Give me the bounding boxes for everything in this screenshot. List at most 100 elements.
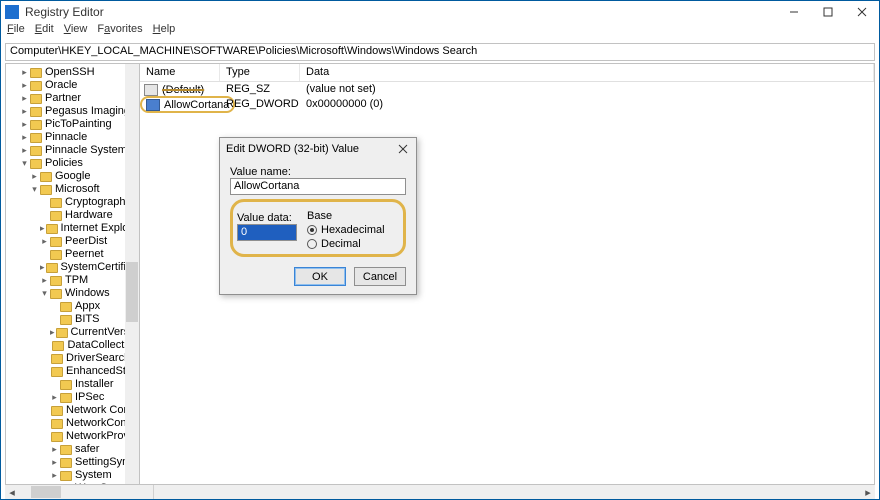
chevron-right-icon[interactable]: ▸ [50,391,59,404]
menu-favorites[interactable]: Favorites [97,23,142,41]
tree-label: Pinnacle [45,131,87,144]
folder-icon [60,302,72,312]
folder-icon [30,81,42,91]
tree-item[interactable]: ▸System [6,469,139,482]
tree-item[interactable]: BITS [6,313,139,326]
chevron-right-icon[interactable]: ▸ [20,105,29,118]
folder-icon [30,133,42,143]
chevron-right-icon[interactable]: ▸ [20,79,29,92]
chevron-right-icon[interactable]: ▸ [20,118,29,131]
tree-item[interactable]: ▸SettingSync [6,456,139,469]
address-bar[interactable]: Computer\HKEY_LOCAL_MACHINE\SOFTWARE\Pol… [5,43,875,61]
menu-help[interactable]: Help [153,23,176,41]
valuename-input[interactable]: AllowCortana [230,178,406,195]
chevron-right-icon[interactable]: ▸ [20,66,29,79]
tree-item[interactable]: DataCollection [6,339,139,352]
tree-item[interactable]: ▸Google [6,170,139,183]
tree-label: PicToPainting [45,118,112,131]
tree-item[interactable]: Installer [6,378,139,391]
tree-pane[interactable]: ▸OpenSSH▸Oracle▸Partner▸Pegasus Imaging▸… [5,63,140,485]
tree-label: Peernet [65,248,104,261]
tree-item[interactable]: Cryptography [6,196,139,209]
chevron-right-icon[interactable]: ▸ [40,261,45,274]
list-header[interactable]: Name Type Data [140,64,874,82]
tree-item[interactable]: ▸safer [6,443,139,456]
folder-icon [51,419,63,429]
col-type[interactable]: Type [220,64,300,81]
folder-icon [30,146,42,156]
chevron-down-icon[interactable]: ▾ [30,183,39,196]
folder-icon [30,120,42,130]
tree-item[interactable]: ▸Pinnacle Systems [6,144,139,157]
chevron-right-icon[interactable]: ▸ [50,326,55,339]
tree-item[interactable]: NetworkConnec [6,417,139,430]
tree-item[interactable]: Appx [6,300,139,313]
cancel-button[interactable]: Cancel [354,267,406,286]
tree-item[interactable]: ▸ Pinnacle [6,131,139,144]
horizontal-scrollbar[interactable]: ◂ ▸ [5,485,875,499]
dialog-close-button[interactable] [396,142,410,156]
value-row[interactable]: AllowCortanaREG_DWORD0x00000000 (0) [140,97,874,112]
maximize-button[interactable] [811,1,845,23]
chevron-right-icon[interactable]: ▸ [50,469,59,482]
tree-item[interactable]: ▸Pegasus Imaging [6,105,139,118]
tree-label: OpenSSH [45,66,95,79]
chevron-right-icon[interactable]: ▸ [50,456,59,469]
tree-item[interactable]: DriverSearching [6,352,139,365]
scroll-right-icon[interactable]: ▸ [861,485,875,499]
tree-item[interactable]: NetworkProvide [6,430,139,443]
chevron-right-icon[interactable]: ▸ [20,131,29,144]
ok-button[interactable]: OK [294,267,346,286]
tree-item[interactable]: ▸SystemCertificates [6,261,139,274]
tree-item[interactable]: ▸ IPSec [6,391,139,404]
col-name[interactable]: Name [140,64,220,81]
close-button[interactable] [845,1,879,23]
tree-item[interactable]: ▾Policies [6,157,139,170]
tree-item[interactable]: ▸TPM [6,274,139,287]
chevron-right-icon[interactable]: ▸ [40,222,45,235]
folder-icon [50,289,62,299]
chevron-right-icon[interactable]: ▸ [30,170,39,183]
tree-scrollbar[interactable] [125,64,139,484]
tree-item[interactable]: ▸Internet Explorer [6,222,139,235]
menu-edit[interactable]: Edit [35,23,54,41]
folder-icon [51,367,63,377]
scroll-left-icon[interactable]: ◂ [5,485,19,499]
chevron-right-icon[interactable]: ▸ [40,274,49,287]
highlighted-area: Value data: 0 Base Hexadecimal Decimal [230,199,406,257]
folder-icon [60,315,72,325]
folder-icon [51,354,63,364]
tree-item[interactable]: ▾ Microsoft [6,183,139,196]
menu-view[interactable]: View [64,23,88,41]
tree-item[interactable]: ▸PeerDist [6,235,139,248]
tree-item[interactable]: Network Conne [6,404,139,417]
tree-item[interactable]: ▸CurrentVersion [6,326,139,339]
chevron-down-icon[interactable]: ▾ [20,157,29,170]
base-label: Base [307,210,399,222]
col-data[interactable]: Data [300,64,874,81]
valuedata-input[interactable]: 0 [237,224,297,241]
menu-file[interactable]: File [7,23,25,41]
chevron-right-icon[interactable]: ▸ [40,235,49,248]
tree-item[interactable]: Hardware [6,209,139,222]
tree-item[interactable]: ▸ OpenSSH [6,66,139,79]
tree-label: IPSec [75,391,104,404]
tree-item[interactable]: EnhancedStorag [6,365,139,378]
tree-item[interactable]: Peernet [6,248,139,261]
tree-item[interactable]: ▸Oracle [6,79,139,92]
radio-hexadecimal[interactable]: Hexadecimal [307,224,399,236]
chevron-down-icon[interactable]: ▾ [40,287,49,300]
tree-label: Windows [65,287,110,300]
minimize-button[interactable] [777,1,811,23]
value-name: (Default) [162,84,204,96]
tree-item[interactable]: ▾ Windows [6,287,139,300]
radio-decimal[interactable]: Decimal [307,238,399,250]
tree-label: Microsoft [55,183,100,196]
tree-item[interactable]: ▸Partner [6,92,139,105]
folder-icon [46,224,58,234]
chevron-right-icon[interactable]: ▸ [20,92,29,105]
tree-item[interactable]: ▸ PicToPainting [6,118,139,131]
chevron-right-icon[interactable]: ▸ [20,144,29,157]
chevron-right-icon[interactable]: ▸ [50,443,59,456]
value-row[interactable]: (Default)REG_SZ(value not set) [140,82,874,97]
